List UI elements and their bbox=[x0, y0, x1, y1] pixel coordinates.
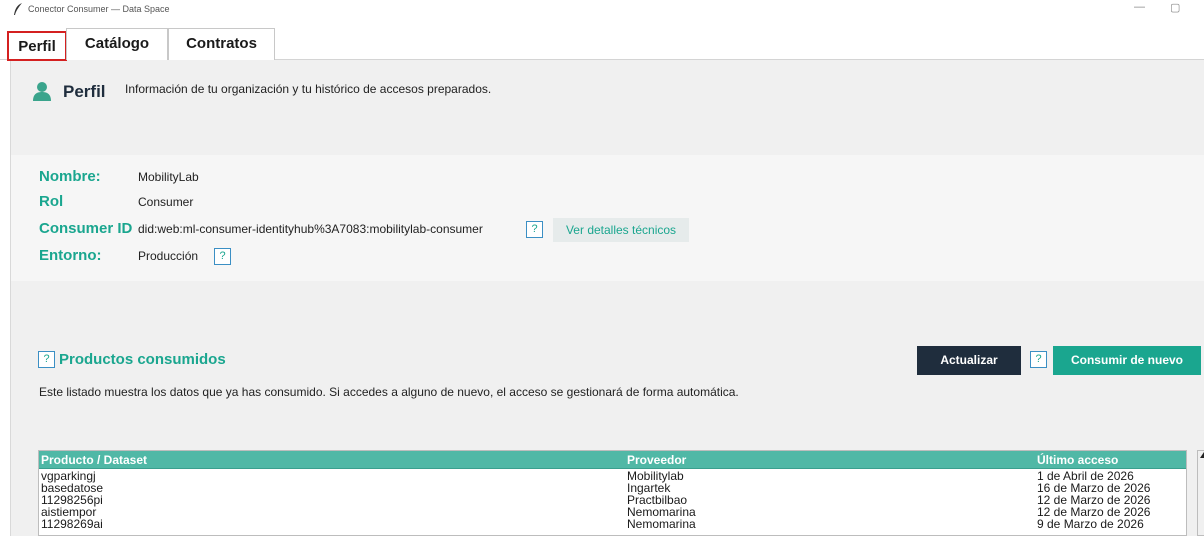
tab-strip: Perfil Catálogo Contratos bbox=[0, 20, 1204, 61]
product-cell: 11298269ai bbox=[41, 517, 103, 531]
table-row[interactable]: 11298269ai Nemomarina 9 de Marzo de 2026 bbox=[39, 518, 1186, 530]
consumer-id-label: Consumer ID bbox=[39, 220, 133, 237]
products-table[interactable]: Producto / Dataset Proveedor Último acce… bbox=[38, 450, 1187, 536]
environment-help-icon[interactable]: ? bbox=[214, 248, 231, 265]
name-value: MobilityLab bbox=[138, 170, 199, 184]
products-description: Este listado muestra los datos que ya ha… bbox=[39, 385, 739, 399]
restore-button[interactable]: ▢ bbox=[1170, 1, 1180, 14]
environment-value: Producción bbox=[138, 249, 199, 263]
table-row[interactable]: vgparkingj Mobilitylab 1 de Abril de 202… bbox=[39, 470, 1186, 482]
person-icon bbox=[33, 82, 51, 101]
tech-details-button[interactable]: Ver detalles técnicos bbox=[553, 218, 689, 242]
consume-again-button[interactable]: Consumir de nuevo bbox=[1053, 346, 1201, 375]
organization-info-card: Nombre: MobilityLab Rol Consumer Consume… bbox=[11, 155, 1204, 281]
consume-again-help-icon[interactable]: ? bbox=[1030, 351, 1047, 368]
role-value: Consumer bbox=[138, 195, 194, 209]
page-subtitle: Información de tu organización y tu hist… bbox=[125, 82, 492, 96]
column-header-last-access[interactable]: Último acceso bbox=[1037, 453, 1118, 467]
table-header: Producto / Dataset Proveedor Último acce… bbox=[39, 451, 1186, 469]
minimize-button[interactable]: — bbox=[1134, 1, 1145, 13]
feather-icon bbox=[14, 3, 22, 15]
column-header-product[interactable]: Producto / Dataset bbox=[41, 453, 147, 467]
profile-panel: Perfil Información de tu organización y … bbox=[10, 60, 1204, 536]
table-row[interactable]: basedatose Ingartek 16 de Marzo de 2026 bbox=[39, 482, 1186, 494]
table-row[interactable]: 11298256pi Practbilbao 12 de Marzo de 20… bbox=[39, 494, 1186, 506]
provider-cell: Nemomarina bbox=[627, 517, 696, 531]
role-label: Rol bbox=[39, 193, 64, 210]
window-title: Conector Consumer — Data Space bbox=[28, 4, 170, 14]
last-access-cell: 9 de Marzo de 2026 bbox=[1037, 517, 1144, 531]
consumer-id-value: did:web:ml-consumer-identityhub%3A7083:m… bbox=[138, 222, 483, 236]
name-label: Nombre: bbox=[39, 168, 101, 185]
column-header-provider[interactable]: Proveedor bbox=[627, 453, 686, 467]
tab-catalogo[interactable]: Catálogo bbox=[66, 28, 168, 60]
products-help-icon[interactable]: ? bbox=[38, 351, 55, 368]
tab-contratos[interactable]: Contratos bbox=[168, 28, 275, 60]
table-scrollbar[interactable] bbox=[1197, 450, 1204, 536]
table-row[interactable]: aistiempor Nemomarina 12 de Marzo de 202… bbox=[39, 506, 1186, 518]
scroll-up-arrow-icon[interactable] bbox=[1200, 452, 1204, 458]
page-title: Perfil bbox=[63, 82, 106, 101]
tab-perfil[interactable]: Perfil bbox=[7, 31, 67, 61]
consumer-id-help-icon[interactable]: ? bbox=[526, 221, 543, 238]
window-titlebar: Conector Consumer — Data Space — ▢ bbox=[0, 0, 1204, 20]
products-title: Productos consumidos bbox=[59, 351, 226, 368]
environment-label: Entorno: bbox=[39, 247, 102, 264]
refresh-button[interactable]: Actualizar bbox=[917, 346, 1021, 375]
